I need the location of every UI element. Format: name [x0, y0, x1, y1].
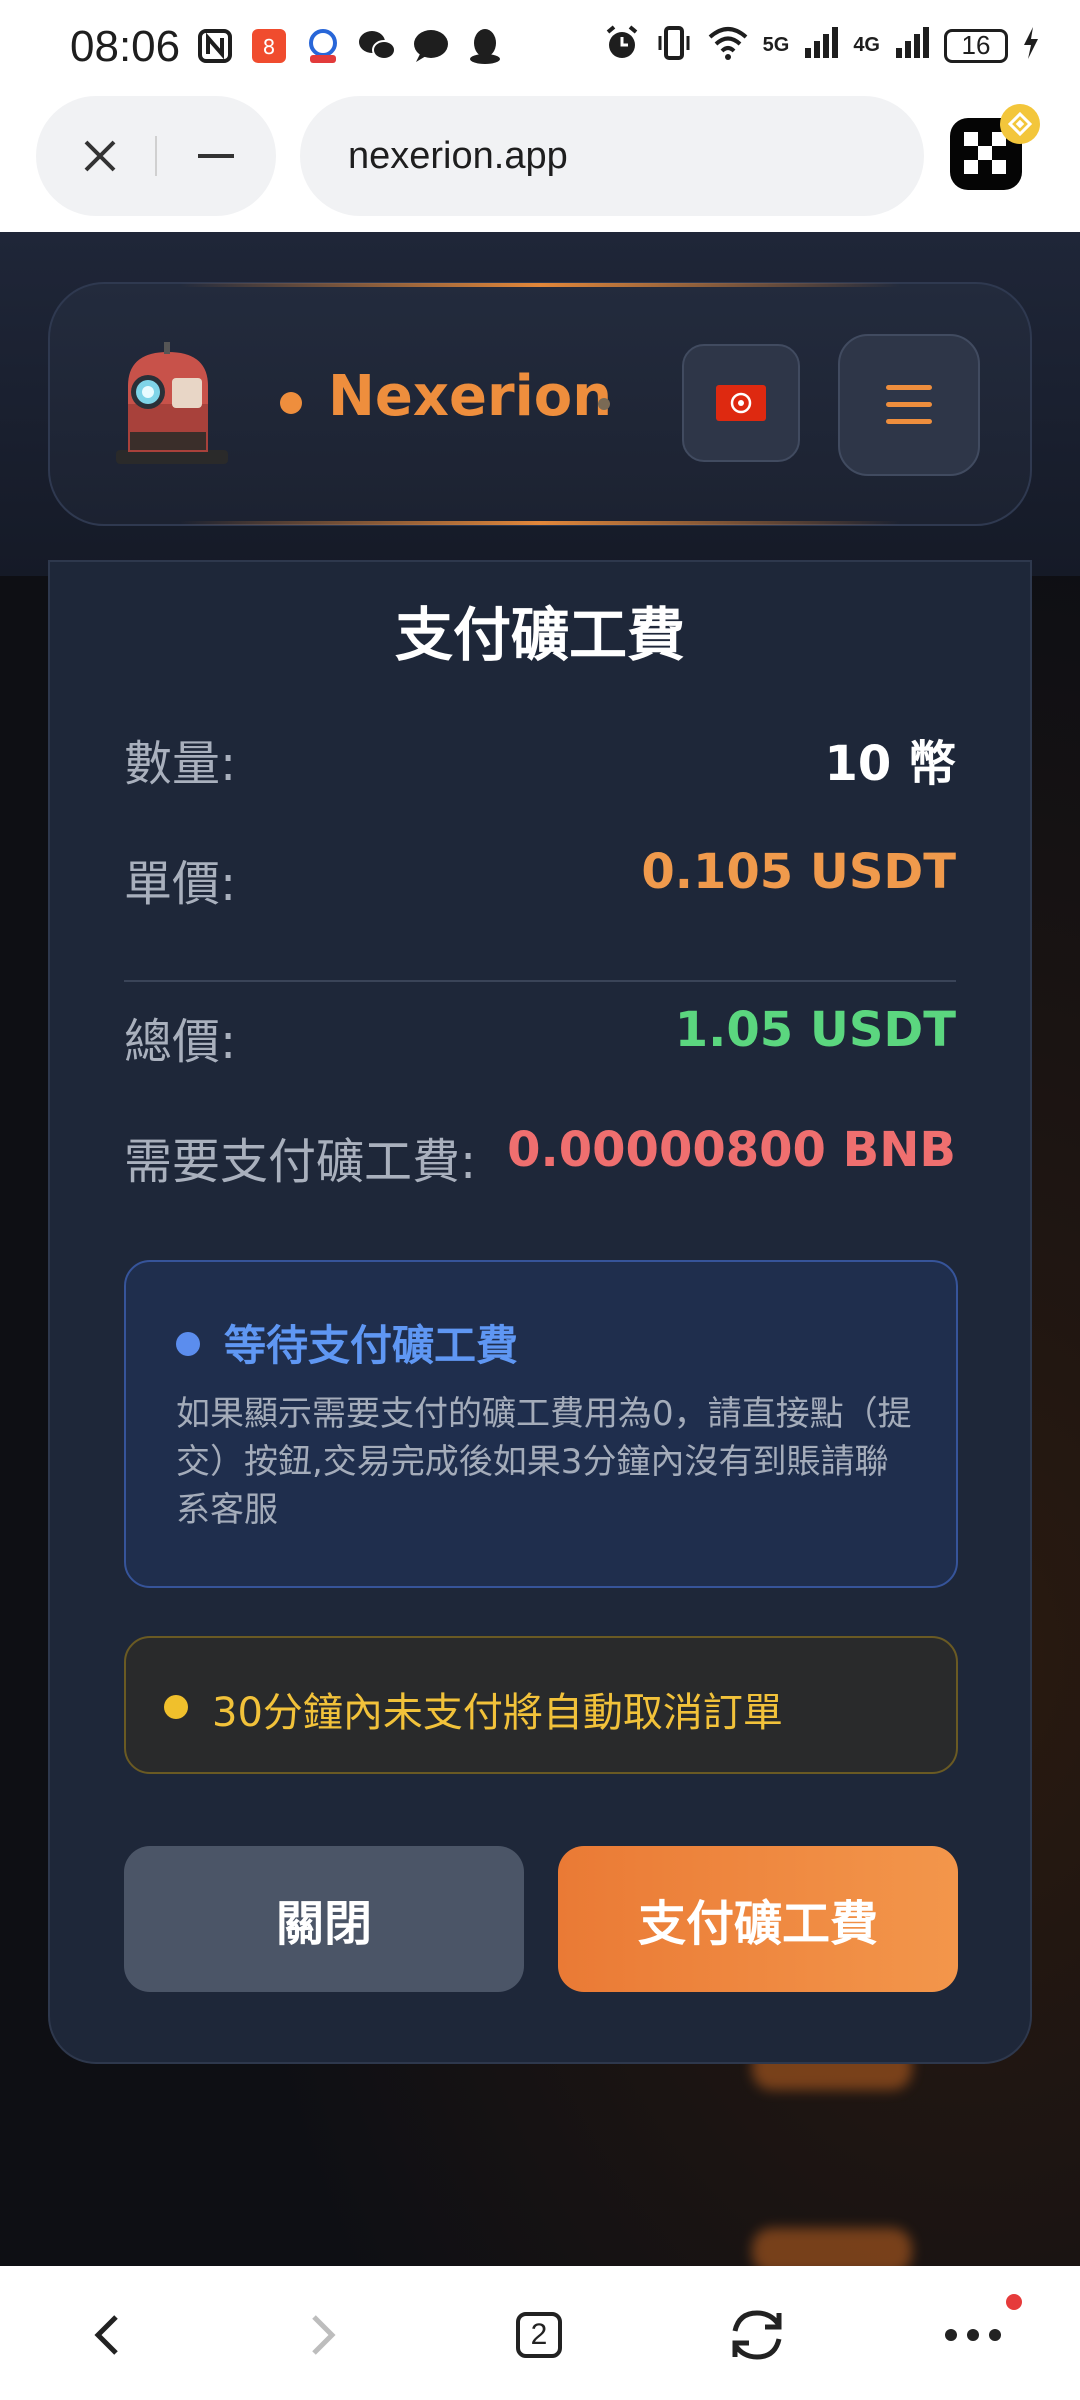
menu-button[interactable]: [838, 334, 980, 476]
close-icon[interactable]: [70, 126, 130, 186]
wifi-icon: [707, 25, 749, 66]
site-header: Nexerion: [0, 232, 1080, 576]
info-text: 如果顯示需要支付的礦工費用為0，請直接點（提交）按鈕,交易完成後如果3分鐘內沒有…: [176, 1394, 912, 1530]
svg-text:8: 8: [263, 35, 276, 59]
forward-icon[interactable]: [288, 2300, 358, 2370]
tabs-button[interactable]: 2: [504, 2300, 574, 2370]
url-field[interactable]: nexerion.app: [300, 96, 924, 216]
miner-fee-value: 0.00000800 BNB: [507, 1122, 956, 1178]
app-icon-2: [303, 26, 343, 66]
bnb-badge-icon: [1000, 104, 1040, 144]
status-time: 08:06: [70, 22, 181, 71]
tab-count: 2: [516, 2312, 562, 2358]
vibrate-icon: [655, 24, 693, 67]
wechat-icon: [357, 26, 397, 66]
close-button[interactable]: 關閉: [124, 1846, 524, 1992]
header-card: Nexerion: [48, 282, 1032, 526]
brand-name: Nexerion: [328, 364, 613, 429]
signal-icon: [803, 26, 839, 65]
language-button[interactable]: [682, 344, 800, 462]
total-price-value: 1.05 USDT: [674, 1002, 956, 1058]
unit-price-value: 0.105 USDT: [641, 844, 956, 900]
accent-line: [180, 283, 900, 287]
network-4g-label: 4G: [853, 34, 880, 56]
quantity-label: 數量:: [124, 736, 237, 792]
extension-button[interactable]: [950, 104, 1040, 190]
app-icon: 8: [249, 26, 289, 66]
alarm-icon: [603, 24, 641, 67]
warning-dot-icon: [164, 1695, 188, 1719]
battery-indicator: 16: [944, 28, 1008, 63]
charging-icon: [1022, 26, 1040, 65]
pay-fee-button[interactable]: 支付礦工費: [558, 1846, 958, 1992]
hamburger-menu-icon: [886, 385, 932, 424]
nfc-icon: [195, 26, 235, 66]
status-indicators: 5G 4G 16: [603, 24, 1040, 67]
status-bar: 08:06 8 5G 4G 16: [0, 0, 1080, 96]
total-price-label: 總價:: [124, 1014, 237, 1070]
back-icon[interactable]: [72, 2300, 142, 2370]
unit-price-label: 單價:: [124, 856, 237, 912]
miner-fee-dialog: 支付礦工費 數量: 10 幣 單價: 0.105 USDT 總價: 1.05 U…: [48, 560, 1032, 2064]
signal-icon-2: [894, 26, 930, 65]
browser-toolbar: nexerion.app: [0, 96, 1080, 232]
warning-box: 30分鐘內未支付將自動取消訂單: [124, 1636, 958, 1774]
quantity-value: 10 幣: [824, 736, 956, 792]
message-icon: [411, 26, 451, 66]
dialog-title: 支付礦工費: [394, 601, 685, 669]
refresh-icon[interactable]: [722, 2300, 792, 2370]
warning-text: 30分鐘內未支付將自動取消訂單: [212, 1690, 783, 1736]
divider: [124, 980, 956, 982]
minimize-icon[interactable]: [186, 126, 246, 186]
notification-dot: [1006, 2294, 1022, 2310]
info-title: 等待支付礦工費: [224, 1321, 519, 1370]
brand-dot-icon: [280, 392, 302, 414]
status-dot-icon: [176, 1332, 200, 1356]
more-icon[interactable]: [938, 2300, 1008, 2370]
qq-icon: [465, 26, 505, 66]
miner-fee-label: 需要支付礦工費:: [124, 1134, 477, 1190]
tab-controls: [36, 96, 276, 216]
divider: [155, 136, 157, 176]
accent-line: [180, 521, 900, 525]
hong-kong-flag-icon: [716, 385, 766, 421]
waiting-info-box: 等待支付礦工費 如果顯示需要支付的礦工費用為0，請直接點（提交）按鈕,交易完成後…: [124, 1260, 958, 1588]
network-5g-label: 5G: [762, 34, 790, 56]
browser-bottom-nav: 2: [0, 2266, 1080, 2400]
mining-machine-logo[interactable]: [106, 334, 236, 474]
notification-icons: 8: [195, 26, 505, 66]
brand-dot-icon: [598, 398, 610, 410]
